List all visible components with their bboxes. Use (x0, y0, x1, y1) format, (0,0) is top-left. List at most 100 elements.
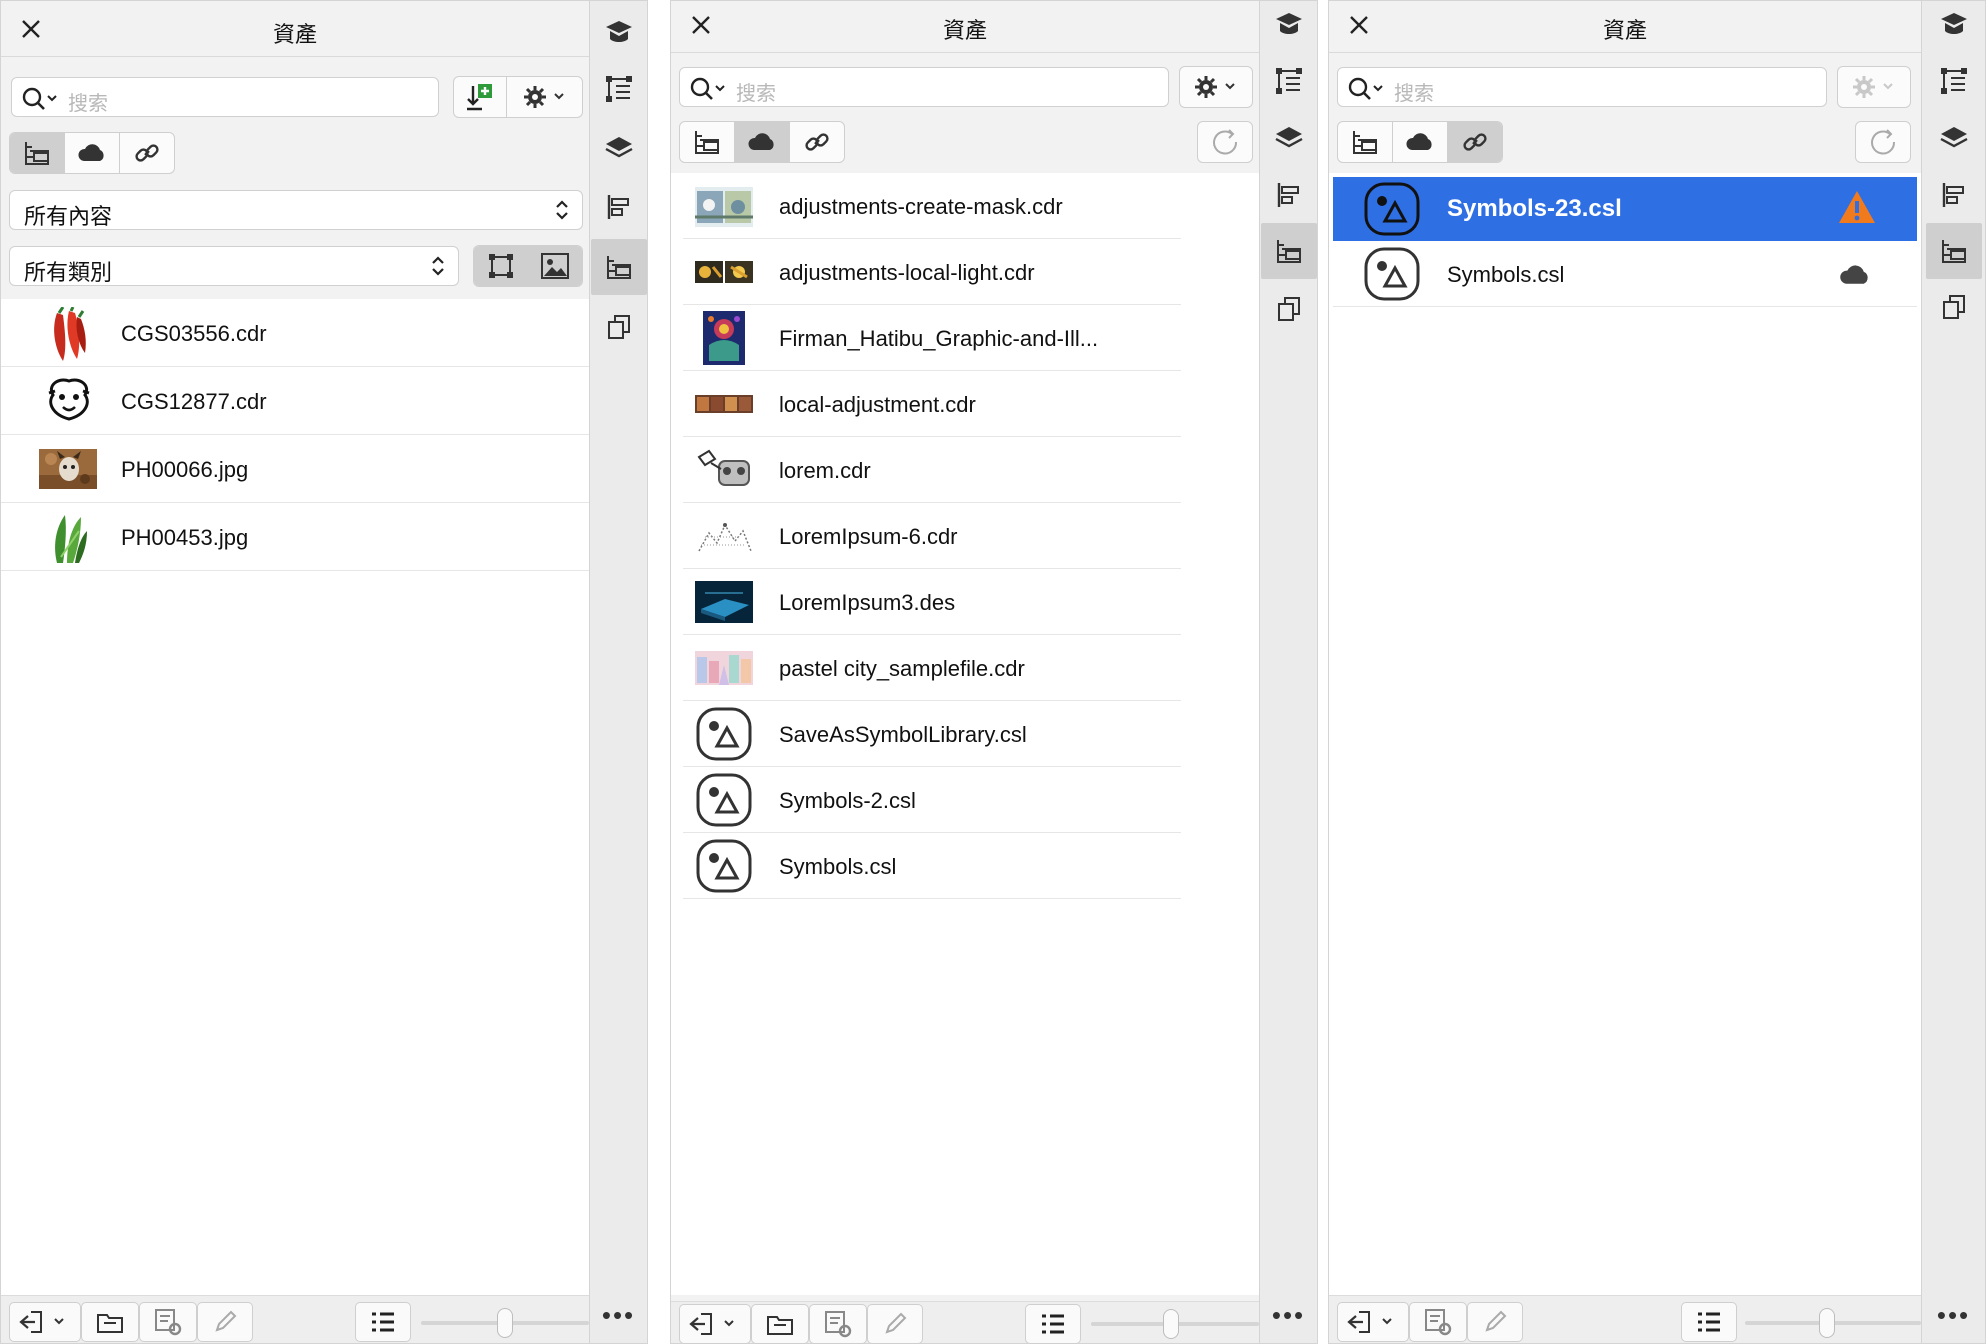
docker-tab-rail: ••• (1921, 1, 1985, 1343)
cloud-icon (748, 133, 774, 150)
search-input[interactable]: 搜索 (11, 77, 439, 117)
tab-local[interactable] (1338, 122, 1394, 162)
list-view-button[interactable] (1681, 1302, 1737, 1342)
cloud-icon (1406, 133, 1432, 150)
list-item[interactable]: Symbols.csl (683, 833, 1181, 899)
settings-dropdown-button[interactable] (1837, 66, 1911, 108)
settings-dropdown-button[interactable] (1179, 66, 1253, 108)
refresh-button[interactable] (1197, 121, 1253, 163)
tab-cloud[interactable] (65, 133, 120, 173)
tab-linked[interactable] (790, 122, 844, 162)
file-name: adjustments-local-light.cdr (779, 260, 1035, 285)
align-icon[interactable] (1273, 179, 1305, 211)
asset-list: Symbols-23.csl Symbols.csl (1329, 173, 1921, 1295)
source-tabs (1337, 121, 1503, 163)
file-name: Symbols-23.csl (1447, 195, 1622, 222)
layers-icon[interactable] (603, 133, 635, 165)
list-item[interactable]: adjustments-local-light.cdr (683, 239, 1181, 305)
tab-cloud[interactable] (735, 122, 790, 162)
align-icon[interactable] (603, 191, 635, 223)
list-item[interactable]: SaveAsSymbolLibrary.csl (683, 701, 1181, 767)
list-item[interactable]: LoremIpsum3.des (683, 569, 1181, 635)
properties-button[interactable] (1409, 1302, 1467, 1342)
copy-pages-icon[interactable] (1938, 291, 1970, 323)
tab-local[interactable] (680, 122, 736, 162)
align-icon[interactable] (1938, 179, 1970, 211)
docker-tab-rail: ••• (589, 1, 647, 1343)
assets-tab-icon[interactable] (1260, 223, 1317, 279)
list-item[interactable]: CGS03556.cdr (1, 299, 589, 367)
assets-tab-icon[interactable] (590, 239, 647, 295)
refresh-button[interactable] (1855, 121, 1911, 163)
open-dropdown-button[interactable] (9, 1302, 81, 1342)
objects-tree-icon[interactable] (1938, 65, 1970, 97)
list-item[interactable]: CGS12877.cdr (1, 367, 589, 435)
tab-linked[interactable] (120, 133, 174, 173)
learn-icon[interactable] (603, 17, 635, 49)
more-options-icon[interactable]: ••• (1260, 1300, 1317, 1331)
folder-button[interactable] (751, 1304, 809, 1344)
list-item-selected[interactable]: Symbols-23.csl (1333, 177, 1917, 241)
learn-icon[interactable] (1273, 9, 1305, 41)
properties-button[interactable] (809, 1304, 867, 1344)
more-options-icon[interactable]: ••• (590, 1300, 647, 1331)
content-filter-select[interactable]: 所有內容 (9, 190, 583, 230)
list-item[interactable]: Symbols.csl (1333, 241, 1917, 307)
assets-tab-icon[interactable] (1925, 223, 1982, 279)
objects-tree-icon[interactable] (603, 73, 635, 105)
layers-icon[interactable] (1273, 123, 1305, 155)
open-dropdown-button[interactable] (679, 1304, 751, 1344)
panel-footer (671, 1301, 1259, 1344)
category-filter-select[interactable]: 所有類別 (9, 246, 459, 286)
learn-icon[interactable] (1938, 9, 1970, 41)
file-name: pastel city_samplefile.cdr (779, 656, 1025, 681)
objects-tree-icon[interactable] (1273, 65, 1305, 97)
image-thumbnail (695, 261, 753, 283)
list-view-button[interactable] (355, 1302, 411, 1342)
asset-list: adjustments-create-mask.cdr adjustments-… (671, 173, 1259, 1295)
properties-button[interactable] (139, 1302, 197, 1342)
refresh-icon (1871, 129, 1896, 155)
chili-peppers-thumbnail (54, 307, 86, 361)
copy-pages-icon[interactable] (603, 311, 635, 343)
import-icon (467, 84, 493, 111)
edit-button[interactable] (1467, 1302, 1523, 1342)
more-options-icon[interactable]: ••• (1922, 1300, 1985, 1331)
folder-button[interactable] (81, 1302, 139, 1342)
tab-linked[interactable] (1447, 122, 1502, 162)
list-item[interactable]: adjustments-create-mask.cdr (683, 173, 1181, 239)
folder-tree-icon (25, 142, 50, 165)
assets-panel-3: 資產 搜索 Symbols-23.csl Symbols.csl ••• (1328, 0, 1986, 1344)
list-item[interactable]: PH00066.jpg (1, 435, 589, 503)
slider-knob[interactable] (1163, 1309, 1179, 1339)
file-name: Symbols-2.csl (779, 788, 916, 813)
list-item[interactable]: pastel city_samplefile.cdr (683, 635, 1181, 701)
list-item[interactable]: PH00453.jpg (1, 503, 589, 571)
edit-button[interactable] (197, 1302, 253, 1342)
open-dropdown-button[interactable] (1337, 1302, 1409, 1342)
list-item[interactable]: Symbols-2.csl (683, 767, 1181, 833)
search-input[interactable]: 搜索 (679, 67, 1169, 107)
assets-panel-1: 資產 搜索 所有內容 所有類別 CGS03556.cdr CGS12877.cd… (0, 0, 648, 1344)
list-view-button[interactable] (1025, 1304, 1081, 1344)
list-item[interactable]: LoremIpsum-6.cdr (683, 503, 1181, 569)
open-in-icon (1347, 1311, 1392, 1333)
slider-knob[interactable] (497, 1308, 513, 1338)
search-input[interactable]: 搜索 (1337, 67, 1827, 107)
list-item[interactable]: Firman_Hatibu_Graphic-and-Ill... (683, 305, 1181, 371)
edit-button[interactable] (867, 1304, 923, 1344)
slider-knob[interactable] (1819, 1308, 1835, 1338)
copy-pages-icon[interactable] (1273, 293, 1305, 325)
tab-cloud[interactable] (1393, 122, 1448, 162)
document-gear-icon (825, 1311, 852, 1338)
vector-shape-icon (488, 254, 513, 278)
settings-dropdown-button[interactable] (507, 77, 582, 117)
bitmap-filter-button[interactable] (528, 246, 582, 286)
layers-icon[interactable] (1938, 123, 1970, 155)
tab-local[interactable] (10, 133, 66, 173)
assets-panel-2: 資產 搜索 adjustments-create-mask.cdr adjust… (670, 0, 1318, 1344)
list-item[interactable]: lorem.cdr (683, 437, 1181, 503)
list-item[interactable]: local-adjustment.cdr (683, 371, 1181, 437)
import-button[interactable] (454, 77, 508, 117)
vector-filter-button[interactable] (474, 246, 529, 286)
